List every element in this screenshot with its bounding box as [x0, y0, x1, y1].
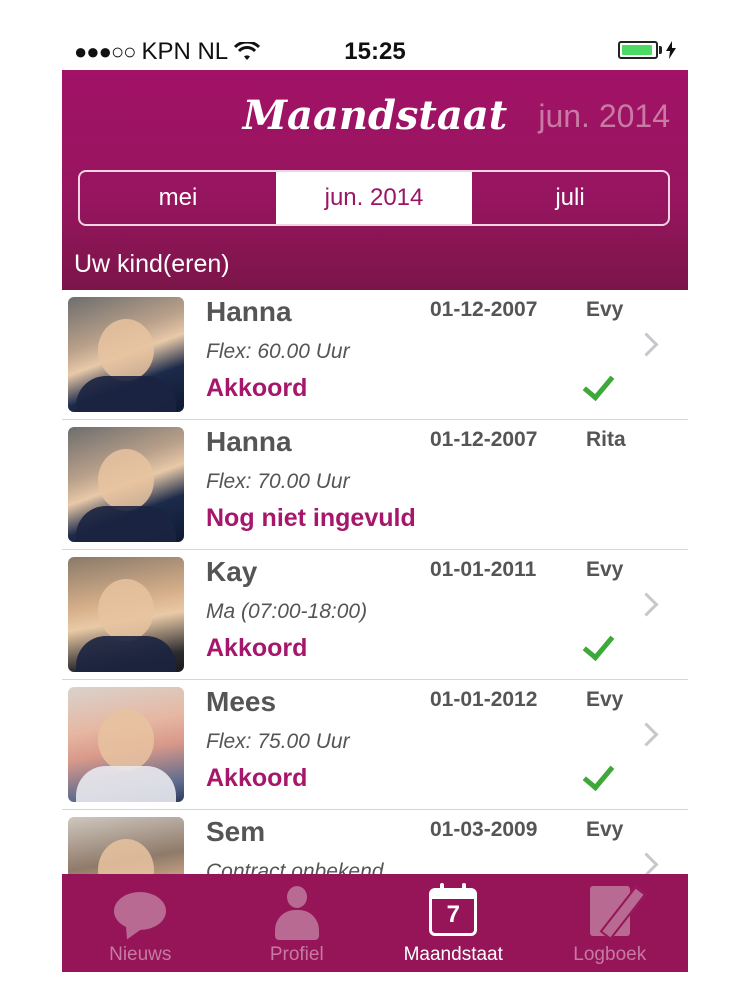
list-item[interactable]: Hanna 01-12-2007 Rita Flex: 70.00 Uur No…: [62, 420, 688, 550]
child-name: Mees: [206, 686, 277, 717]
app-screen: ●●●○○ KPN NL 15:25 Maandstaat jun. 2014 …: [62, 22, 688, 972]
birth-date: 01-12-2007: [430, 428, 538, 451]
child-photo: [68, 687, 184, 802]
list-item[interactable]: Sem 01-03-2009 Evy Contract onbekend: [62, 810, 688, 874]
status-text: Nog niet ingevuld: [206, 504, 416, 532]
contract-info: Contract onbekend: [206, 860, 384, 874]
list-item[interactable]: Mees 01-01-2012 Evy Flex: 75.00 Uur Akko…: [62, 680, 688, 810]
contract-info: Ma (07:00-18:00): [206, 600, 368, 623]
child-photo: [68, 427, 184, 542]
logbook-pencil-icon: [589, 885, 647, 941]
list-item[interactable]: Hanna 01-12-2007 Evy Flex: 60.00 Uur Akk…: [62, 290, 688, 420]
calendar-day: 7: [446, 901, 460, 928]
caregiver-name: Evy: [586, 298, 624, 321]
list-item[interactable]: Kay 01-01-2011 Evy Ma (07:00-18:00) Akko…: [62, 550, 688, 680]
caregiver-name: Evy: [586, 558, 624, 581]
checkmark-icon: [582, 627, 615, 662]
tab-nieuws[interactable]: Nieuws: [62, 874, 219, 972]
chat-bubble-icon: [114, 892, 167, 930]
contract-info: Flex: 60.00 Uur: [206, 340, 350, 363]
tab-label: Profiel: [269, 944, 324, 965]
checkmark-icon: [582, 367, 615, 402]
chevron-right-icon: [634, 592, 659, 617]
status-text: Akkoord: [206, 634, 308, 662]
tab-logboek[interactable]: Logboek: [532, 874, 689, 972]
month-next-button[interactable]: juli: [472, 172, 668, 224]
birth-date: 01-01-2011: [430, 558, 537, 581]
child-name: Hanna: [206, 426, 292, 457]
checkmark-icon: [582, 757, 615, 792]
month-selector: mei jun. 2014 juli: [78, 170, 670, 226]
child-name: Sem: [206, 816, 266, 847]
tab-label: Maandstaat: [403, 944, 503, 965]
chevron-right-icon: [634, 722, 659, 747]
children-list: Hanna 01-12-2007 Evy Flex: 60.00 Uur Akk…: [62, 290, 688, 874]
status-text: Akkoord: [206, 764, 308, 792]
birth-date: 01-12-2007: [430, 298, 538, 321]
person-icon: [274, 886, 319, 940]
clock: 15:25: [344, 38, 406, 65]
caregiver-name: Evy: [586, 688, 624, 711]
child-photo: [68, 817, 184, 874]
child-photo: [68, 557, 184, 672]
caregiver-name: Evy: [586, 818, 624, 841]
charging-bolt-icon: [666, 41, 676, 59]
contract-info: Flex: 70.00 Uur: [206, 470, 350, 493]
month-prev-button[interactable]: mei: [80, 172, 276, 224]
status-bar: ●●●○○ KPN NL 15:25: [62, 22, 688, 70]
current-month-label: jun. 2014: [538, 98, 670, 134]
battery-icon: [618, 41, 676, 59]
birth-date: 01-03-2009: [430, 818, 538, 841]
status-text: Akkoord: [206, 374, 308, 402]
child-name: Kay: [206, 556, 258, 587]
child-photo: [68, 297, 184, 412]
child-name: Hanna: [206, 296, 292, 327]
tab-bar: Nieuws Profiel 7 Maandstaat Logboek: [62, 874, 688, 972]
month-current-button[interactable]: jun. 2014: [276, 172, 472, 224]
calendar-icon: 7: [429, 883, 478, 936]
tab-maandstaat[interactable]: 7 Maandstaat: [375, 874, 532, 972]
app-header: Maandstaat jun. 2014 mei jun. 2014 juli …: [62, 70, 688, 290]
tab-profiel[interactable]: Profiel: [219, 874, 376, 972]
birth-date: 01-01-2012: [430, 688, 538, 711]
contract-info: Flex: 75.00 Uur: [206, 730, 350, 753]
tab-label: Logboek: [573, 944, 647, 965]
chevron-right-icon: [634, 332, 659, 357]
chevron-right-icon: [634, 852, 659, 874]
section-title: Uw kind(eren): [74, 250, 230, 278]
caregiver-name: Rita: [586, 428, 626, 451]
tab-label: Nieuws: [109, 944, 172, 965]
